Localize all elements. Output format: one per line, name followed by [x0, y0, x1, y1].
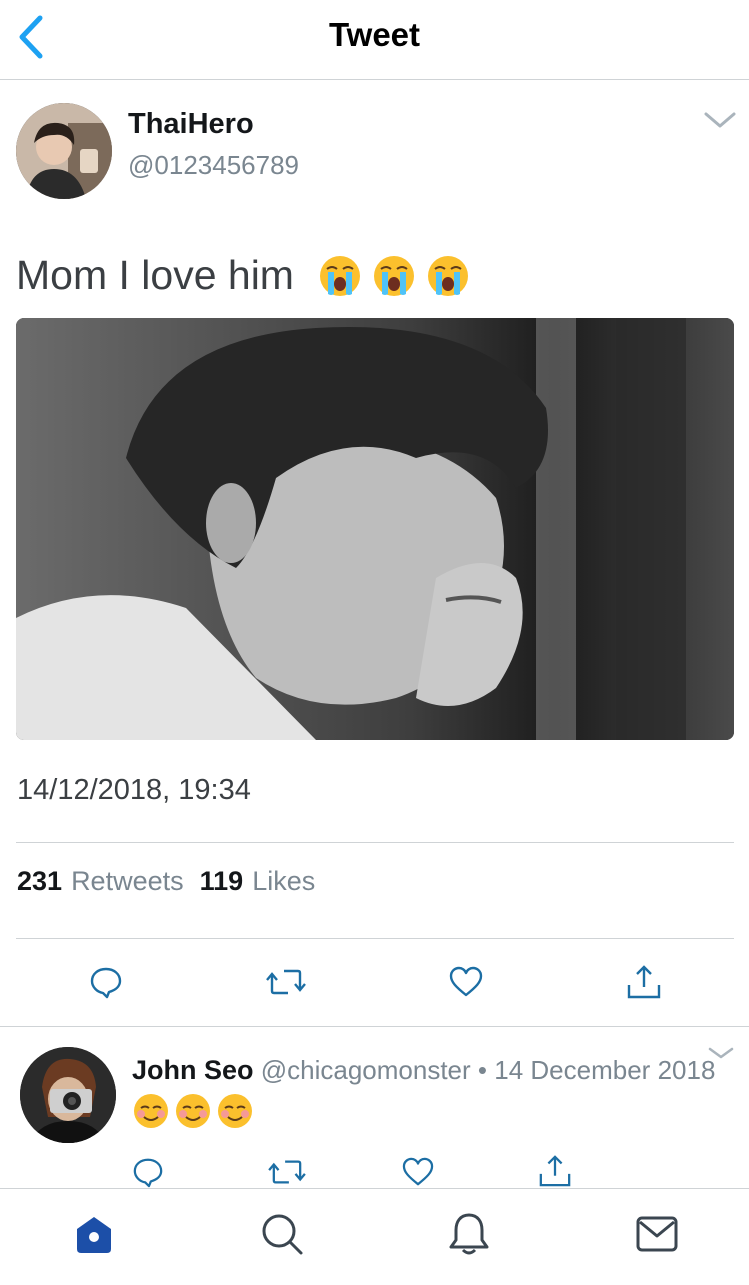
- reply-date: 14 December 2018: [494, 1055, 716, 1085]
- retweets-count: 231: [17, 866, 63, 896]
- chevron-down-icon: [704, 112, 736, 128]
- smiling-face-icon: [134, 1094, 168, 1128]
- reply-options-button[interactable]: [706, 1044, 736, 1062]
- divider: [16, 938, 734, 939]
- loudly-crying-face-icon: [319, 255, 360, 296]
- divider: [0, 1026, 749, 1027]
- notifications-icon: [449, 1213, 489, 1255]
- retweet-icon: [266, 969, 306, 995]
- heart-icon: [402, 1157, 434, 1186]
- page-title: Tweet: [328, 16, 421, 53]
- messages-icon: [636, 1216, 678, 1252]
- share-icon: [539, 1155, 571, 1187]
- reply-separator: •: [477, 1055, 488, 1085]
- author-avatar[interactable]: [16, 103, 112, 199]
- retweet-icon: [268, 1160, 306, 1184]
- reply-icon: [90, 967, 122, 999]
- top-nav-bar: Tweet: [0, 0, 749, 80]
- tweet-photo[interactable]: [16, 318, 734, 740]
- reply-button[interactable]: [86, 962, 126, 1002]
- reply-author-handle[interactable]: @chicagomonster: [261, 1055, 471, 1085]
- bottom-tab-bar: [0, 1188, 749, 1285]
- chevron-down-icon: [708, 1047, 734, 1059]
- reply-text: [132, 1092, 254, 1130]
- likes-stat[interactable]: 119 Likes: [200, 866, 316, 897]
- share-button[interactable]: [624, 960, 664, 1004]
- smiling-face-icon: [176, 1094, 210, 1128]
- author-handle[interactable]: @0123456789: [128, 150, 299, 181]
- tweet-text-content: Mom I love him: [16, 252, 294, 298]
- retweets-stat[interactable]: 231 Retweets: [17, 866, 184, 897]
- tab-messages[interactable]: [632, 1209, 682, 1259]
- tweet-stats: 231 Retweets 119 Likes: [17, 866, 315, 897]
- divider: [16, 842, 734, 843]
- retweets-label: Retweets: [71, 866, 184, 896]
- reply-retweet-button[interactable]: [266, 1154, 308, 1190]
- heart-icon: [449, 966, 483, 997]
- home-icon: [77, 1217, 111, 1253]
- smiling-face-icon: [218, 1094, 252, 1128]
- share-icon: [627, 965, 661, 999]
- loudly-crying-face-icon: [373, 255, 414, 296]
- retweet-button[interactable]: [264, 962, 308, 1002]
- tab-search[interactable]: [257, 1209, 307, 1259]
- loudly-crying-face-icon: [427, 255, 468, 296]
- likes-label: Likes: [252, 866, 316, 896]
- like-button[interactable]: [446, 962, 486, 1002]
- tweet-timestamp: 14/12/2018, 19:34: [17, 774, 251, 806]
- tab-home[interactable]: [69, 1209, 119, 1259]
- reply-author-avatar[interactable]: [20, 1047, 116, 1143]
- tab-notifications[interactable]: [444, 1209, 494, 1259]
- likes-count: 119: [199, 866, 244, 896]
- reply-author-name[interactable]: John Seo: [132, 1055, 254, 1085]
- reply-icon: [133, 1158, 163, 1188]
- reply-reply-button[interactable]: [130, 1154, 166, 1190]
- reply-header: John Seo @chicagomonster • 14 December 2…: [132, 1055, 715, 1086]
- search-icon: [262, 1214, 303, 1255]
- author-name[interactable]: ThaiHero: [128, 108, 254, 141]
- tweet-text: Mom I love him: [16, 252, 470, 299]
- reply-share-button[interactable]: [536, 1152, 574, 1190]
- tweet-options-button[interactable]: [702, 108, 738, 132]
- reply-like-button[interactable]: [400, 1154, 436, 1190]
